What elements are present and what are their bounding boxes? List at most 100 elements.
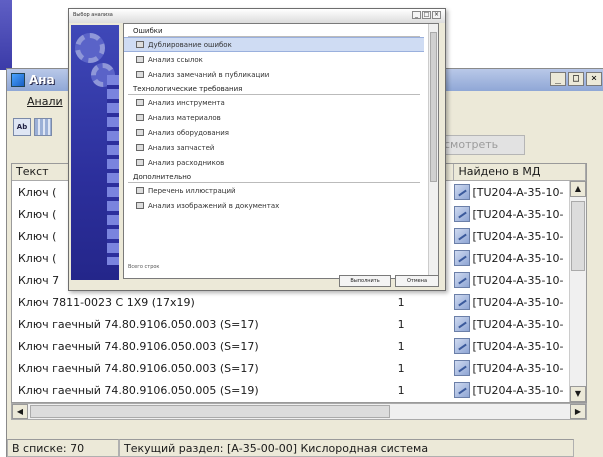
option-icon (136, 114, 144, 121)
table-row[interactable]: Ключ гаечный 74.80.9106.050.003 (S=17) 1 [… (12, 335, 586, 357)
dialog-title[interactable]: Выбор анализа (69, 9, 445, 23)
dialog-controls: _ □ × (412, 11, 441, 19)
cell-count: 1 (397, 317, 405, 331)
text-mode-button[interactable]: Ab (13, 118, 31, 136)
cell-found: [TU204-A-35-10- (454, 316, 586, 332)
decorative-blocks (107, 75, 119, 265)
table-row[interactable]: Ключ гаечный 74.80.9106.050.003 (S=17) 1 [… (12, 357, 586, 379)
option-label: Перечень иллюстраций (148, 186, 236, 195)
cell-found-text: [TU204-A-35-10- (472, 251, 564, 265)
option-item[interactable]: Анализ изображений в документах (124, 198, 424, 213)
option-label: Дублирование ошибок (148, 40, 232, 49)
document-icon (454, 228, 471, 244)
scroll-right-arrow-icon[interactable]: ▶ (570, 404, 586, 419)
option-item[interactable]: Анализ замечаний в публикации (124, 67, 424, 82)
cell-count: 1 (397, 295, 405, 309)
app-icon (11, 73, 25, 87)
cell-count: 1 (397, 383, 405, 397)
cell-found-text: [TU204-A-35-10- (472, 317, 564, 331)
option-label: Анализ оборудования (148, 128, 229, 137)
cell-found: [TU204-A-35-10- (454, 206, 586, 222)
document-icon (454, 338, 471, 354)
options-container: Ошибки Дублирование ошибок Анализ ссылок Ан… (124, 24, 424, 213)
option-icon (136, 71, 144, 78)
option-icon (136, 159, 144, 166)
cell-found: [TU204-A-35-10- (454, 360, 586, 376)
document-icon (454, 360, 471, 376)
status-bar: В списке: 70 Текущий раздел: [А-35-00-00… (7, 438, 603, 457)
slide-accent (0, 0, 12, 70)
option-label: Анализ замечаний в публикации (148, 70, 270, 79)
minimize-button[interactable]: _ (550, 72, 566, 86)
window-title: Ана (29, 73, 55, 87)
maximize-button[interactable]: □ (568, 72, 584, 86)
option-item[interactable]: Перечень иллюстраций (124, 183, 424, 198)
document-icon (454, 184, 471, 200)
option-icon (136, 187, 144, 194)
option-item[interactable]: Анализ расходников (124, 155, 424, 170)
option-label: Анализ запчастей (148, 143, 215, 152)
cell-found-text: [TU204-A-35-10- (472, 361, 564, 375)
scroll-left-arrow-icon[interactable]: ◀ (12, 404, 28, 419)
option-item[interactable]: Дублирование ошибок (124, 37, 424, 52)
vertical-scrollbar[interactable]: ▲ ▼ (569, 181, 586, 402)
option-item[interactable]: Анализ оборудования (124, 125, 424, 140)
option-label: Анализ инструмента (148, 98, 225, 107)
status-count: В списке: 70 (7, 439, 119, 457)
dialog-maximize-button[interactable]: □ (422, 11, 431, 19)
cell-text: Ключ гаечный 74.80.9106.050.005 (S=19) (18, 383, 259, 397)
cell-count: 1 (397, 339, 405, 353)
option-label: Анализ ссылок (148, 55, 203, 64)
option-icon (136, 56, 144, 63)
cell-text: Ключ гаечный 74.80.9106.050.003 (S=17) (18, 361, 259, 375)
option-group-label: Дополнительно (128, 170, 420, 183)
grid-view-button[interactable] (34, 118, 52, 136)
table-row[interactable]: Ключ 7811-0023 С 1Х9 (17х19) 1 [TU204-A-35… (12, 291, 586, 313)
option-icon (136, 129, 144, 136)
menu-analysis[interactable]: Анали (27, 95, 63, 108)
option-label: Анализ изображений в документах (148, 201, 280, 210)
cell-found-text: [TU204-A-35-10- (472, 295, 564, 309)
hscroll-thumb[interactable] (30, 405, 390, 418)
cell-found-text: [TU204-A-35-10- (472, 207, 564, 221)
scroll-thumb[interactable] (571, 201, 585, 271)
close-button[interactable]: × (586, 72, 602, 86)
cell-found: [TU204-A-35-10- (454, 338, 586, 354)
scroll-up-arrow-icon[interactable]: ▲ (570, 181, 586, 197)
document-icon (454, 250, 471, 266)
gear-icon (75, 33, 105, 63)
cancel-button[interactable]: Отмена (395, 275, 439, 287)
cell-found-text: [TU204-A-35-10- (472, 339, 564, 353)
option-group-label: Технологические требования (128, 82, 420, 95)
horizontal-scrollbar[interactable]: ◀ ▶ (11, 403, 587, 420)
cell-found: [TU204-A-35-10- (454, 228, 586, 244)
ok-button[interactable]: Выполнить (339, 275, 391, 287)
dialog-minimize-button[interactable]: _ (412, 11, 421, 19)
cell-found: [TU204-A-35-10- (454, 250, 586, 266)
cell-found-text: [TU204-A-35-10- (472, 383, 564, 397)
cell-count: 1 (397, 361, 405, 375)
cell-found: [TU204-A-35-10- (454, 272, 586, 288)
cell-text: Ключ гаечный 74.80.9106.050.003 (S=17) (18, 339, 259, 353)
scroll-down-arrow-icon[interactable]: ▼ (570, 386, 586, 402)
column-header-found[interactable]: Найдено в МД (454, 164, 586, 180)
document-icon (454, 272, 471, 288)
document-icon (454, 206, 471, 222)
dialog-close-button[interactable]: × (432, 11, 441, 19)
dialog-scrollbar[interactable] (428, 24, 438, 278)
analysis-select-dialog: Выбор анализа _ □ × Ошибки Дублирование о… (68, 8, 446, 291)
option-label: Анализ расходников (148, 158, 225, 167)
option-group-label: Ошибки (128, 24, 420, 37)
option-icon (136, 99, 144, 106)
option-item[interactable]: Анализ запчастей (124, 140, 424, 155)
cell-text: Ключ 7811-0023 С 1Х9 (17х19) (18, 295, 195, 309)
option-item[interactable]: Анализ инструмента (124, 95, 424, 110)
view-button[interactable]: смотреть (435, 135, 525, 155)
dialog-scroll-thumb[interactable] (430, 32, 437, 182)
option-item[interactable]: Анализ материалов (124, 110, 424, 125)
option-item[interactable]: Анализ ссылок (124, 52, 424, 67)
table-row[interactable]: Ключ гаечный 74.80.9106.050.005 (S=19) 1 [… (12, 379, 586, 401)
cell-found-text: [TU204-A-35-10- (472, 273, 564, 287)
table-row[interactable]: Ключ гаечный 74.80.9106.050.003 (S=17) 1 [… (12, 313, 586, 335)
dialog-banner (71, 25, 119, 280)
